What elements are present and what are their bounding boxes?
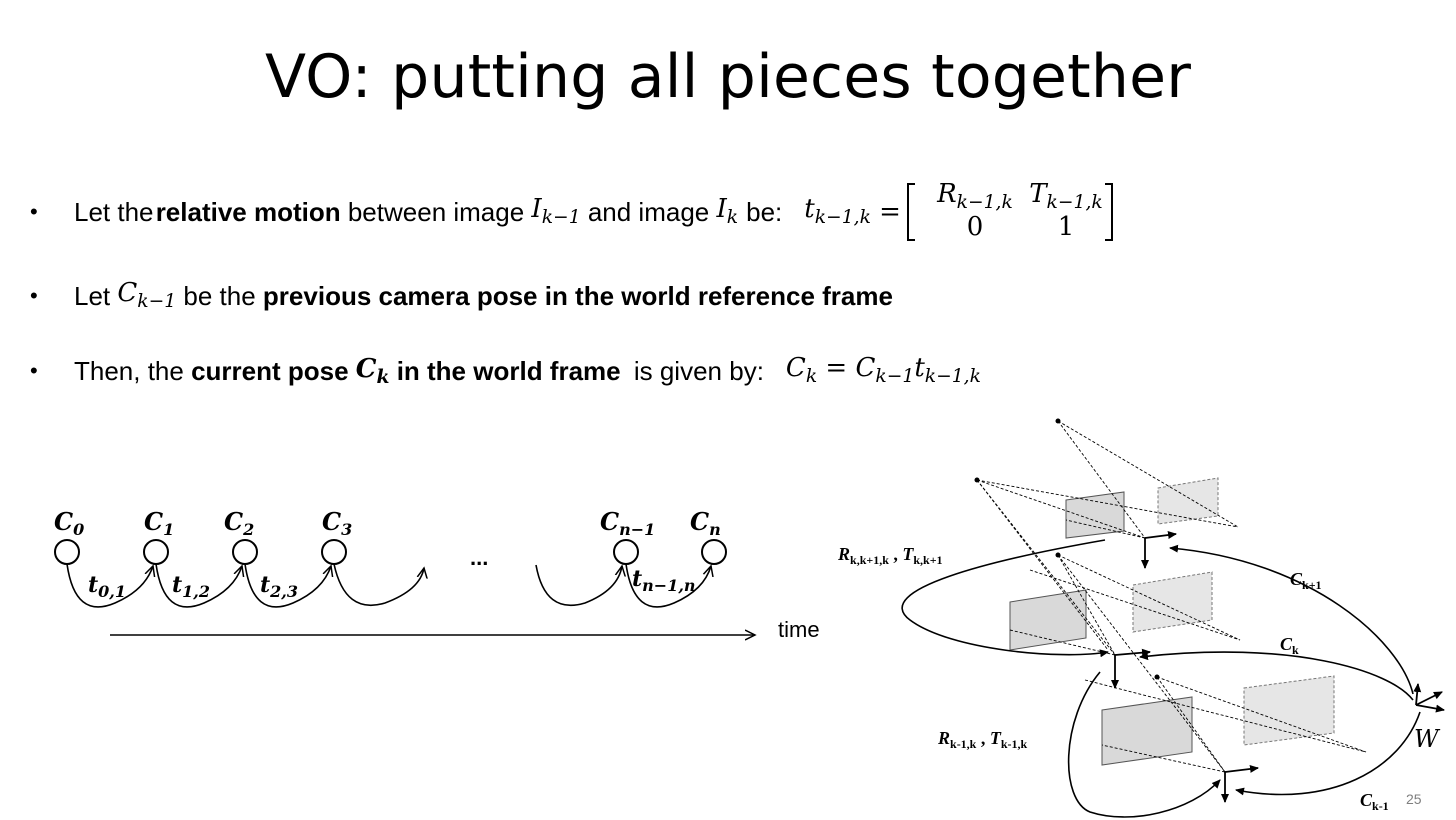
image-plane-dashed [1132, 571, 1213, 633]
world-frame-label: W [1414, 725, 1441, 753]
transition-label: tn−1,n [632, 566, 696, 595]
camera-pose-diagram: Rk,k+1,k , Tk,k+1 Rk-1,k , Tk-1,k Ck+1 C… [837, 418, 1445, 818]
pose-node [54, 539, 80, 565]
transition-arc [535, 565, 622, 607]
pose-node [232, 539, 258, 565]
pose-label: C1 [144, 507, 174, 539]
slide-diagrams: time C0 C1 C2 C3 Cn−1 Cn t0,1 t1,2 t2,3 … [54, 418, 1445, 818]
time-axis-label: time [778, 617, 820, 642]
pose-label: C0 [54, 507, 84, 539]
image-plane-dashed [1243, 675, 1335, 746]
relative-transform-label-lower: Rk-1,k , Tk-1,k [937, 728, 1028, 751]
pose-node [143, 539, 169, 565]
pose-node [613, 539, 639, 565]
transition-label: t2,3 [260, 572, 298, 601]
pose-timeline-diagram: time C0 C1 C2 C3 Cn−1 Cn t0,1 t1,2 t2,3 … [54, 507, 820, 642]
relative-transform-label-upper: Rk,k+1,k , Tk,k+1 [837, 544, 943, 567]
pose-label: C2 [224, 507, 254, 539]
ellipsis: ... [470, 545, 488, 570]
pose-label-current: Ck [1280, 634, 1299, 657]
pose-node [321, 539, 347, 565]
pose-node [701, 539, 727, 565]
pose-label: Cn−1 [600, 507, 655, 539]
transition-label: t1,2 [172, 572, 210, 601]
pose-label: C3 [322, 507, 352, 539]
pose-label-next: Ck+1 [1290, 569, 1322, 592]
transition-label: t0,1 [88, 572, 126, 601]
pose-label: Cn [690, 507, 721, 539]
page-number: 25 [1406, 791, 1422, 807]
transition-arc [333, 563, 424, 607]
image-plane [1009, 589, 1087, 651]
pose-label-previous: Ck-1 [1360, 790, 1389, 813]
